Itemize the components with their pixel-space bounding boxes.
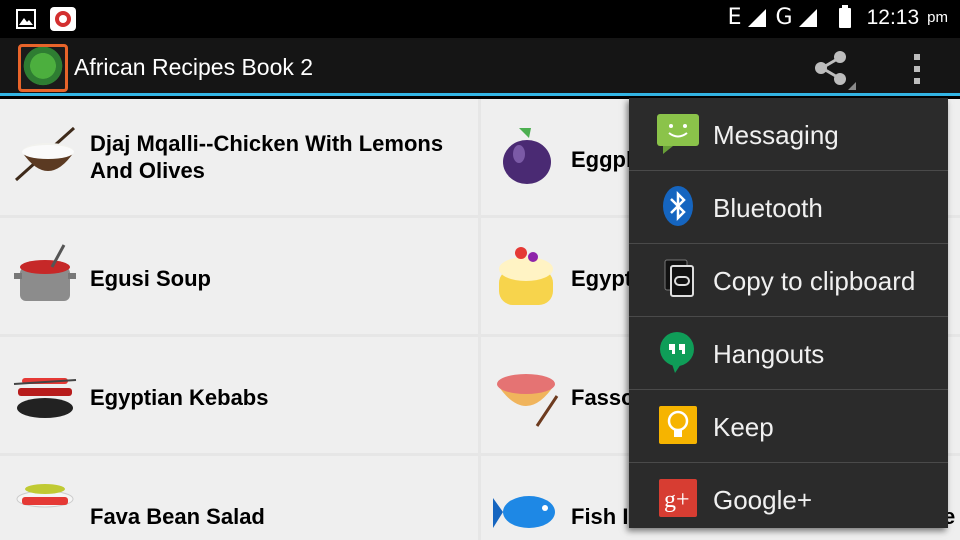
recipe-label-line2: And Olives (90, 158, 205, 183)
kebab-grill-icon (13, 378, 77, 418)
cake-icon (499, 247, 553, 305)
share-option-messaging[interactable]: Messaging (629, 98, 948, 171)
share-option-label: Google+ (713, 485, 813, 515)
clock-ampm: pm (927, 9, 948, 26)
overflow-dot (914, 78, 920, 84)
share-menu: Messaging Bluetooth Copy to clipboard Ha… (629, 98, 948, 528)
app-notification-icon (50, 7, 76, 31)
app-title: African Recipes Book 2 (74, 54, 314, 80)
hangouts-icon (660, 332, 694, 373)
clipboard-icon (664, 259, 694, 297)
share-option-bluetooth[interactable]: Bluetooth (629, 171, 948, 244)
recipe-label: Eggpl (571, 147, 633, 172)
signal-icon (747, 8, 766, 27)
battery-icon (838, 4, 851, 28)
share-option-copy-to-clipboard[interactable]: Copy to clipboard (629, 244, 948, 317)
status-bar: E G 12:13 pm (0, 0, 960, 38)
gallery-icon (16, 9, 36, 29)
app-logo-icon[interactable] (18, 44, 68, 92)
recipe-label: Egusi Soup (90, 266, 211, 291)
recipe-card[interactable]: Egusi Soup (0, 218, 478, 334)
overflow-menu-button[interactable] (900, 46, 936, 90)
share-option-keep[interactable]: Keep (629, 390, 948, 463)
recipe-label: Djaj Mqalli--Chicken With Lemons (90, 131, 444, 156)
google-plus-icon: g+ (659, 479, 697, 517)
eggplant-icon (503, 128, 551, 184)
salad-plate-icon (16, 484, 74, 508)
share-option-label: Messaging (713, 120, 839, 150)
share-option-label: Keep (713, 412, 774, 442)
fish-icon (493, 496, 555, 528)
recipe-card[interactable]: Djaj Mqalli--Chicken With Lemons And Oli… (0, 99, 478, 215)
overflow-dot (914, 54, 920, 60)
share-button[interactable] (808, 46, 858, 90)
messaging-icon (657, 114, 699, 154)
share-option-google-plus[interactable]: g+ Google+ (629, 463, 948, 528)
share-icon (815, 51, 856, 90)
bluetooth-icon (663, 186, 693, 226)
recipe-label: Egypt (571, 266, 633, 291)
overflow-dot (914, 66, 920, 72)
share-option-hangouts[interactable]: Hangouts (629, 317, 948, 390)
share-option-label: Bluetooth (713, 193, 823, 223)
clock-time: 12:13 (866, 5, 920, 29)
noodle-bowl-icon (497, 374, 559, 427)
share-option-label: Hangouts (713, 339, 825, 369)
share-option-label: Copy to clipboard (713, 266, 916, 296)
recipe-card[interactable]: Fava Bean Salad (0, 456, 478, 540)
action-bar: African Recipes Book 2 (0, 38, 960, 96)
svg-text:g+: g+ (664, 487, 690, 513)
network-g-indicator: G (775, 5, 793, 30)
recipe-card[interactable]: Egyptian Kebabs (0, 337, 478, 453)
recipe-label: Fasso (571, 385, 635, 410)
soup-pot-icon (14, 244, 76, 301)
network-e-indicator: E (727, 5, 742, 30)
signal-icon (798, 8, 817, 27)
keep-icon (659, 406, 697, 444)
recipe-label: Fish I (571, 504, 629, 529)
rice-bowl-icon (14, 126, 76, 182)
recipe-label: Fava Bean Salad (90, 504, 265, 529)
recipe-label: Egyptian Kebabs (90, 385, 269, 410)
